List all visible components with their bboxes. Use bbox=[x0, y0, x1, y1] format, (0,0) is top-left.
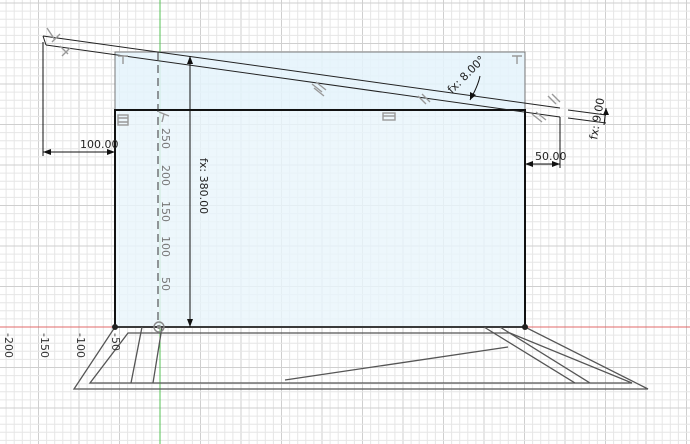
ruler-label: 250 bbox=[159, 128, 172, 149]
dimension-height-label[interactable]: fx: 380.00 bbox=[197, 158, 210, 214]
ruler-label: -150 bbox=[38, 333, 51, 358]
parallel-icon[interactable] bbox=[547, 93, 561, 105]
profile-main[interactable] bbox=[115, 110, 525, 327]
ruler-label: -100 bbox=[74, 333, 87, 358]
dimension-right-label[interactable]: 50.00 bbox=[535, 150, 567, 163]
vertex-point[interactable] bbox=[112, 324, 118, 330]
sketch-canvas[interactable]: fx: 380.00 100.00 50.00 fx: 8.00° fx: 9.… bbox=[0, 0, 690, 444]
vertex-point[interactable] bbox=[522, 324, 528, 330]
dimension-left-label[interactable]: 100.00 bbox=[80, 138, 119, 151]
ruler-label: 150 bbox=[159, 201, 172, 222]
ruler-label: -50 bbox=[109, 333, 122, 351]
ruler-label: 200 bbox=[159, 165, 172, 186]
horizontal-ruler: -200 -150 -100 -50 bbox=[2, 333, 122, 358]
ruler-label: 100 bbox=[159, 236, 172, 257]
ruler-label: -200 bbox=[2, 333, 15, 358]
ruler-label: 50 bbox=[159, 277, 172, 291]
